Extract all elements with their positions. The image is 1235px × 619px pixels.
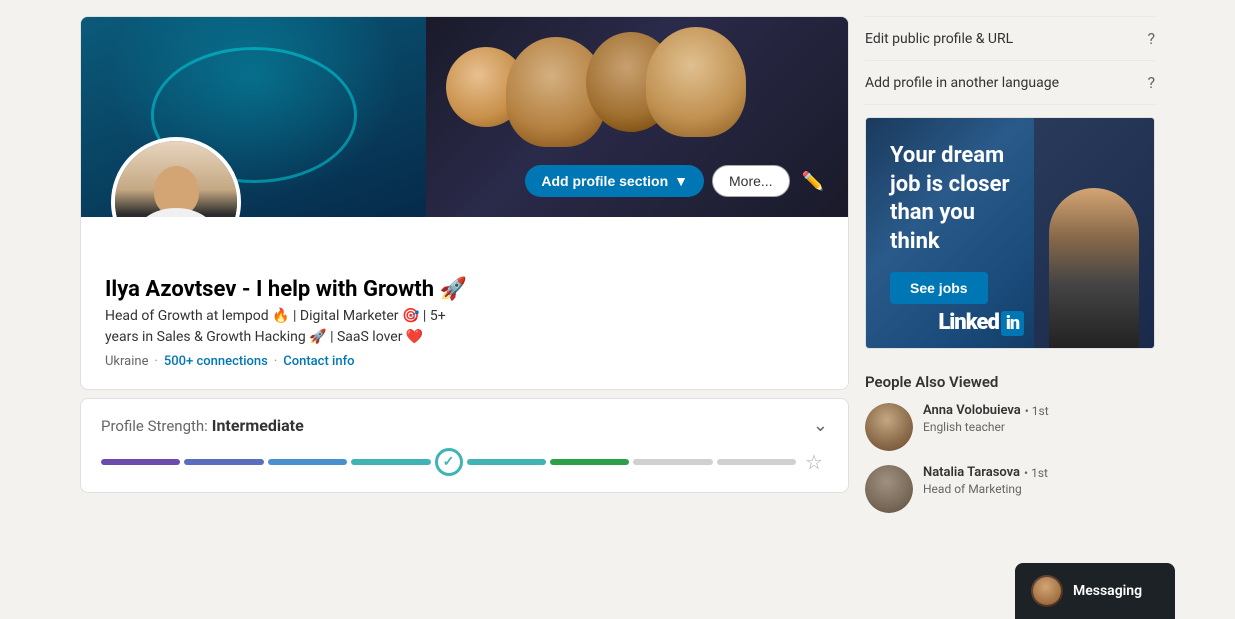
chevron-down-icon[interactable]: ⌄ [813, 415, 828, 436]
person-name-row-natalia: Natalia Tarasova • 1st [923, 465, 1155, 480]
contact-info-link[interactable]: Contact info [283, 354, 354, 369]
edit-pencil-button[interactable]: ✏️ [798, 167, 828, 196]
edit-public-profile-link[interactable]: Edit public profile & URL ? [865, 16, 1155, 61]
strength-header: Profile Strength: Intermediate ⌄ [101, 415, 828, 436]
avatar-anna [865, 403, 913, 451]
avatar-natalia [865, 465, 913, 513]
profile-card: Add profile section ▼ More... ✏️ Ilya Az… [80, 16, 849, 390]
strength-segment-1 [101, 459, 180, 465]
strength-segment-8 [717, 459, 796, 465]
linkedin-ad-card: Your dream job is closer than you think … [865, 117, 1155, 349]
profile-info: Ilya Azovtsev - I help with Growth 🚀 Hea… [81, 217, 848, 389]
person-details-natalia: Natalia Tarasova • 1st Head of Marketing [923, 465, 1155, 496]
profile-name: Ilya Azovtsev - I help with Growth 🚀 [105, 277, 824, 302]
linkedin-in-badge: in [1001, 311, 1024, 336]
messaging-avatar [1031, 575, 1063, 607]
help-circle-icon-2: ? [1147, 73, 1155, 92]
person-item-natalia[interactable]: Natalia Tarasova • 1st Head of Marketing [865, 465, 1155, 513]
ad-text: Your dream job is closer than you think [890, 142, 1130, 256]
person-name-anna: Anna Volobuieva [923, 403, 1021, 418]
messaging-widget[interactable]: Messaging [1015, 563, 1175, 619]
strength-bar: ✓ ☆ [101, 448, 828, 476]
add-profile-section-label: Add profile section [541, 173, 668, 189]
linkedin-text: Linked [938, 310, 999, 335]
person-details-anna: Anna Volobuieva • 1st English teacher [923, 403, 1155, 434]
person-name-natalia: Natalia Tarasova [923, 465, 1020, 480]
profile-location: Ukraine · 500+ connections · Contact inf… [105, 354, 824, 369]
degree-anna: • 1st [1025, 404, 1049, 418]
pencil-icon: ✏️ [802, 171, 824, 191]
profile-actions: Add profile section ▼ More... ✏️ [525, 165, 828, 197]
strength-text: Profile Strength: Intermediate [101, 416, 304, 435]
main-column: Add profile section ▼ More... ✏️ Ilya Az… [80, 16, 849, 539]
strength-segment-2 [184, 459, 263, 465]
dropdown-arrow-icon: ▼ [674, 173, 688, 189]
person-role-anna: English teacher [923, 420, 1155, 434]
profile-strength-card: Profile Strength: Intermediate ⌄ ✓ ☆ [80, 398, 849, 493]
strength-segment-3 [268, 459, 347, 465]
strength-star-icon: ☆ [800, 448, 828, 476]
ad-image: Your dream job is closer than you think … [866, 118, 1154, 348]
help-circle-icon-1: ? [1147, 29, 1155, 48]
strength-segment-5 [467, 459, 546, 465]
cover-photo: Add profile section ▼ More... ✏️ [81, 17, 848, 217]
face-4 [646, 27, 746, 137]
more-button[interactable]: More... [712, 165, 790, 197]
headline-line2: years in Sales & Growth Hacking 🚀 | SaaS… [105, 329, 423, 345]
people-also-viewed-section: People Also Viewed Anna Volobuieva • 1st… [865, 361, 1155, 539]
dot-separator-1: · [154, 354, 157, 369]
connections-link[interactable]: 500+ connections [164, 354, 268, 369]
strength-segment-4 [351, 459, 430, 465]
avatar [111, 137, 241, 217]
linkedin-logo: Linkedin [938, 310, 1024, 336]
add-profile-section-button[interactable]: Add profile section ▼ [525, 165, 704, 197]
strength-segment-6 [550, 459, 629, 465]
strength-label: Profile Strength: [101, 417, 208, 435]
degree-natalia: • 1st [1024, 466, 1048, 480]
add-language-label: Add profile in another language [865, 75, 1059, 91]
strength-level: Intermediate [212, 416, 304, 435]
strength-segment-7 [633, 459, 712, 465]
profile-headline: Head of Growth at lempod 🔥 | Digital Mar… [105, 306, 824, 348]
headline-line1: Head of Growth at lempod 🔥 | Digital Mar… [105, 308, 446, 324]
person-item-anna[interactable]: Anna Volobuieva • 1st English teacher [865, 403, 1155, 451]
people-also-viewed-title: People Also Viewed [865, 373, 1155, 391]
right-column: Edit public profile & URL ? Add profile … [865, 16, 1155, 539]
strength-check-icon: ✓ [435, 448, 463, 476]
person-name-row-anna: Anna Volobuieva • 1st [923, 403, 1155, 418]
edit-profile-url-label: Edit public profile & URL [865, 31, 1013, 47]
dot-separator-2: · [274, 354, 277, 369]
location-text: Ukraine [105, 354, 148, 369]
see-jobs-button[interactable]: See jobs [890, 272, 988, 304]
messaging-label: Messaging [1073, 583, 1142, 599]
person-role-natalia: Head of Marketing [923, 482, 1155, 496]
add-profile-language-link[interactable]: Add profile in another language ? [865, 61, 1155, 105]
